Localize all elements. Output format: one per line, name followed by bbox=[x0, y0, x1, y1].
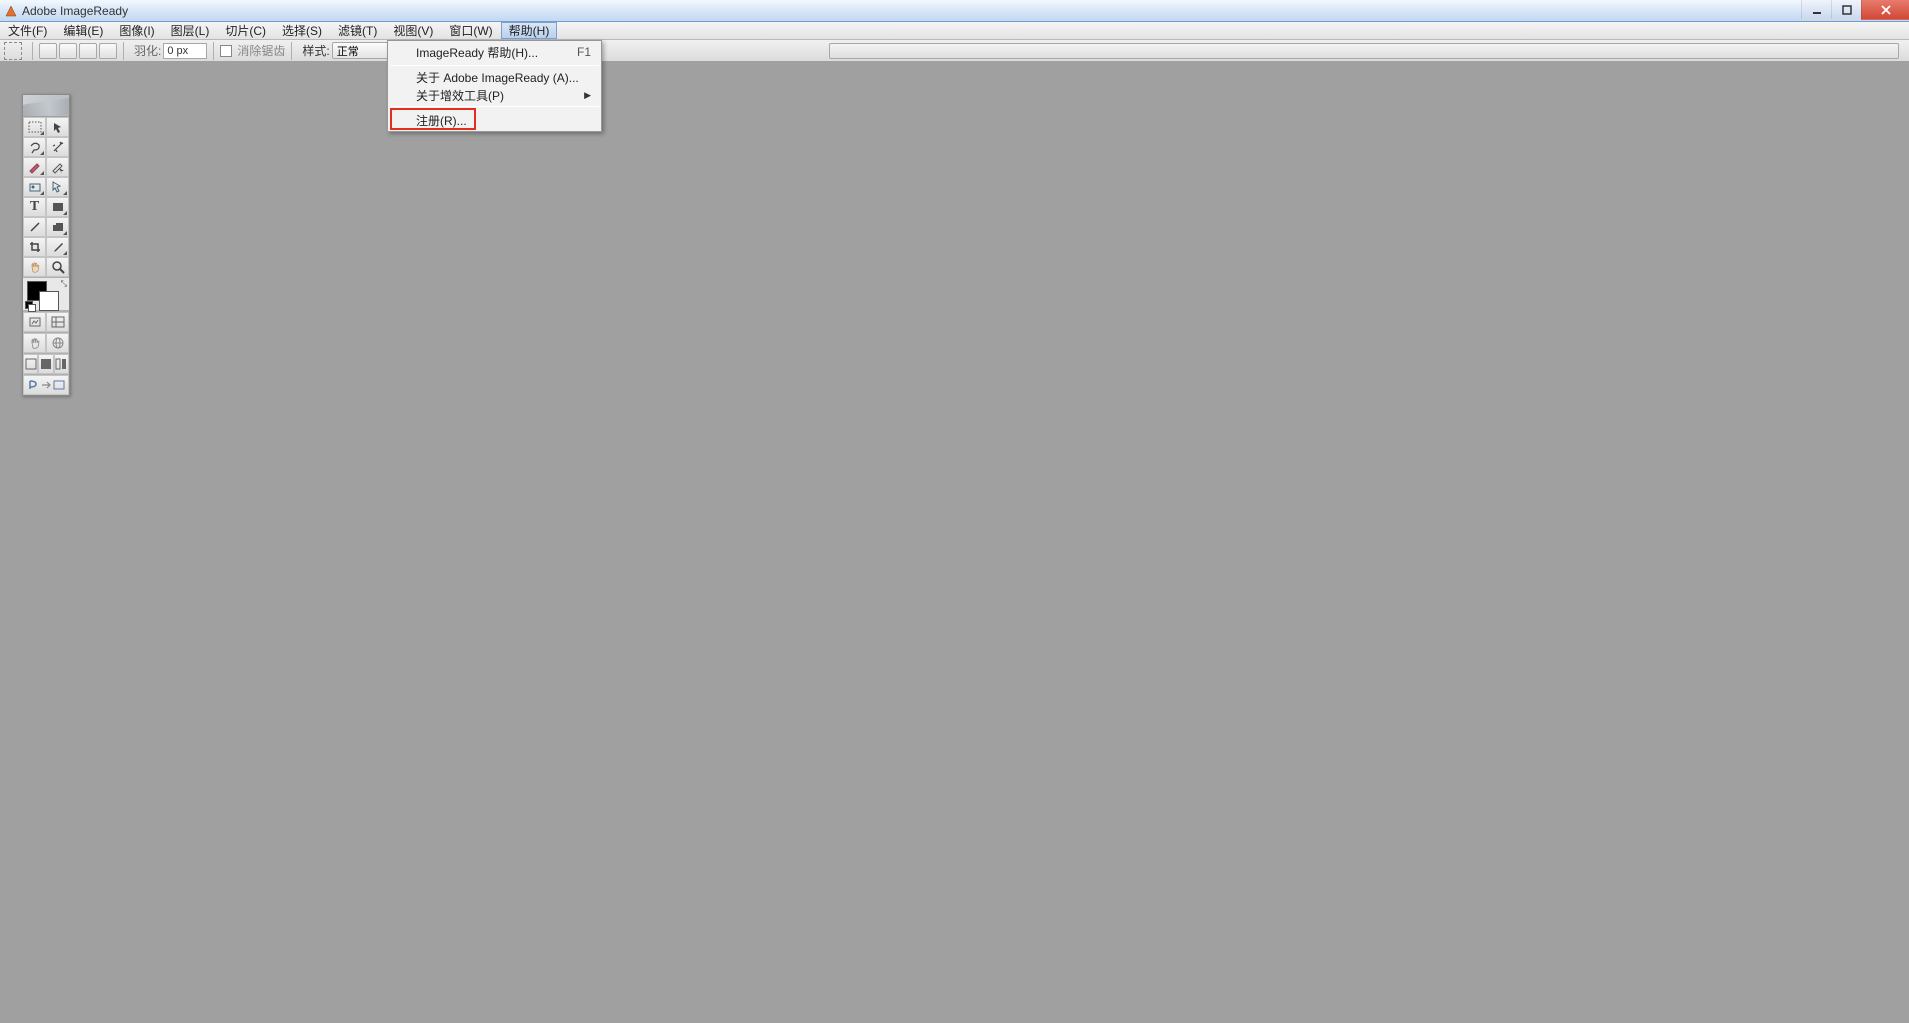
menu-image[interactable]: 图像(I) bbox=[111, 22, 162, 39]
menu-item-label: 关于增效工具(P) bbox=[416, 87, 504, 104]
marquee-tool[interactable] bbox=[23, 117, 46, 137]
antialias-label: 消除锯齿 bbox=[237, 42, 285, 59]
menu-separator bbox=[390, 106, 599, 107]
menu-item-about-imageready[interactable]: 关于 Adobe ImageReady (A)... bbox=[388, 68, 601, 86]
antialias-checkbox[interactable] bbox=[220, 45, 232, 57]
menu-item-label: 注册(R)... bbox=[416, 112, 467, 129]
menu-item-shortcut: F1 bbox=[577, 45, 591, 59]
minimize-button[interactable] bbox=[1801, 0, 1831, 20]
move-tool[interactable] bbox=[46, 117, 69, 137]
toggle-slices-icon[interactable] bbox=[46, 312, 69, 332]
swap-colors-icon[interactable]: ⤡ bbox=[61, 279, 67, 289]
options-bar: 羽化: 0 px 消除锯齿 样式: 正常 ▼ 宽度: 1 bbox=[0, 40, 1909, 62]
titlebar: Adobe ImageReady bbox=[0, 0, 1909, 22]
app-icon bbox=[4, 4, 18, 18]
preview-browser-icon[interactable] bbox=[46, 333, 69, 353]
default-colors-icon[interactable] bbox=[25, 301, 33, 309]
help-dropdown-menu: ImageReady 帮助(H)... F1 关于 Adobe ImageRea… bbox=[387, 40, 602, 132]
selection-new-icon[interactable] bbox=[39, 43, 57, 59]
menubar: 文件(F) 编辑(E) 图像(I) 图层(L) 切片(C) 选择(S) 滤镜(T… bbox=[0, 22, 1909, 40]
zoom-tool[interactable] bbox=[46, 257, 69, 277]
eyedropper-tool[interactable] bbox=[46, 237, 69, 257]
menu-item-imageready-help[interactable]: ImageReady 帮助(H)... F1 bbox=[388, 41, 601, 63]
tool-palette[interactable]: T ⤡ bbox=[22, 94, 70, 396]
current-tool-icon bbox=[4, 42, 22, 60]
tab-rectangle-tool[interactable] bbox=[46, 217, 69, 237]
palette-header[interactable] bbox=[23, 95, 69, 117]
window-title: Adobe ImageReady bbox=[22, 4, 128, 18]
options-well bbox=[829, 43, 1899, 59]
image-map-tool[interactable] bbox=[23, 177, 46, 197]
shape-tool[interactable] bbox=[46, 197, 69, 217]
submenu-arrow-icon: ▶ bbox=[584, 90, 591, 101]
view-2up-icon[interactable] bbox=[54, 354, 69, 374]
separator bbox=[291, 42, 292, 60]
preview-rollover-icon[interactable] bbox=[23, 333, 46, 353]
separator bbox=[32, 42, 33, 60]
separator bbox=[123, 42, 124, 60]
type-tool[interactable]: T bbox=[23, 197, 46, 217]
maximize-button[interactable] bbox=[1831, 0, 1861, 20]
selection-intersect-icon[interactable] bbox=[99, 43, 117, 59]
menu-item-label: ImageReady 帮助(H)... bbox=[416, 44, 538, 61]
menu-slice[interactable]: 切片(C) bbox=[217, 22, 274, 39]
style-value: 正常 bbox=[337, 43, 359, 59]
menu-layer[interactable]: 图层(L) bbox=[163, 22, 218, 39]
menu-separator bbox=[390, 65, 599, 66]
background-color[interactable] bbox=[39, 291, 59, 311]
menu-edit[interactable]: 编辑(E) bbox=[55, 22, 111, 39]
selection-subtract-icon[interactable] bbox=[79, 43, 97, 59]
line-tool[interactable] bbox=[23, 217, 46, 237]
selection-add-icon[interactable] bbox=[59, 43, 77, 59]
hand-tool[interactable] bbox=[23, 257, 46, 277]
menu-file[interactable]: 文件(F) bbox=[0, 22, 55, 39]
workspace bbox=[0, 62, 1909, 1023]
slice-tool[interactable] bbox=[23, 157, 46, 177]
magic-wand-tool[interactable] bbox=[46, 137, 69, 157]
menu-select[interactable]: 选择(S) bbox=[274, 22, 330, 39]
lasso-tool[interactable] bbox=[23, 137, 46, 157]
feather-label: 羽化: bbox=[134, 42, 161, 59]
menu-view[interactable]: 视图(V) bbox=[385, 22, 441, 39]
menu-item-register[interactable]: 注册(R)... bbox=[388, 109, 601, 131]
color-swatches[interactable]: ⤡ bbox=[23, 277, 69, 311]
separator bbox=[213, 42, 214, 60]
view-optimized-icon[interactable] bbox=[38, 354, 53, 374]
toggle-image-map-icon[interactable] bbox=[23, 312, 46, 332]
style-label: 样式: bbox=[302, 42, 329, 59]
menu-filter[interactable]: 滤镜(T) bbox=[330, 22, 385, 39]
menu-help[interactable]: 帮助(H) bbox=[501, 22, 558, 39]
jump-to-photoshop-icon[interactable] bbox=[23, 375, 69, 395]
menu-item-about-plugins[interactable]: 关于增效工具(P) ▶ bbox=[388, 86, 601, 104]
slice-select-tool[interactable] bbox=[46, 157, 69, 177]
close-button[interactable] bbox=[1861, 0, 1909, 20]
menu-item-label: 关于 Adobe ImageReady (A)... bbox=[416, 69, 579, 86]
menu-window[interactable]: 窗口(W) bbox=[441, 22, 500, 39]
crop-tool[interactable] bbox=[23, 237, 46, 257]
window-controls bbox=[1801, 0, 1909, 20]
image-map-select-tool[interactable] bbox=[46, 177, 69, 197]
feather-input[interactable]: 0 px bbox=[163, 43, 207, 59]
view-original-icon[interactable] bbox=[23, 354, 38, 374]
